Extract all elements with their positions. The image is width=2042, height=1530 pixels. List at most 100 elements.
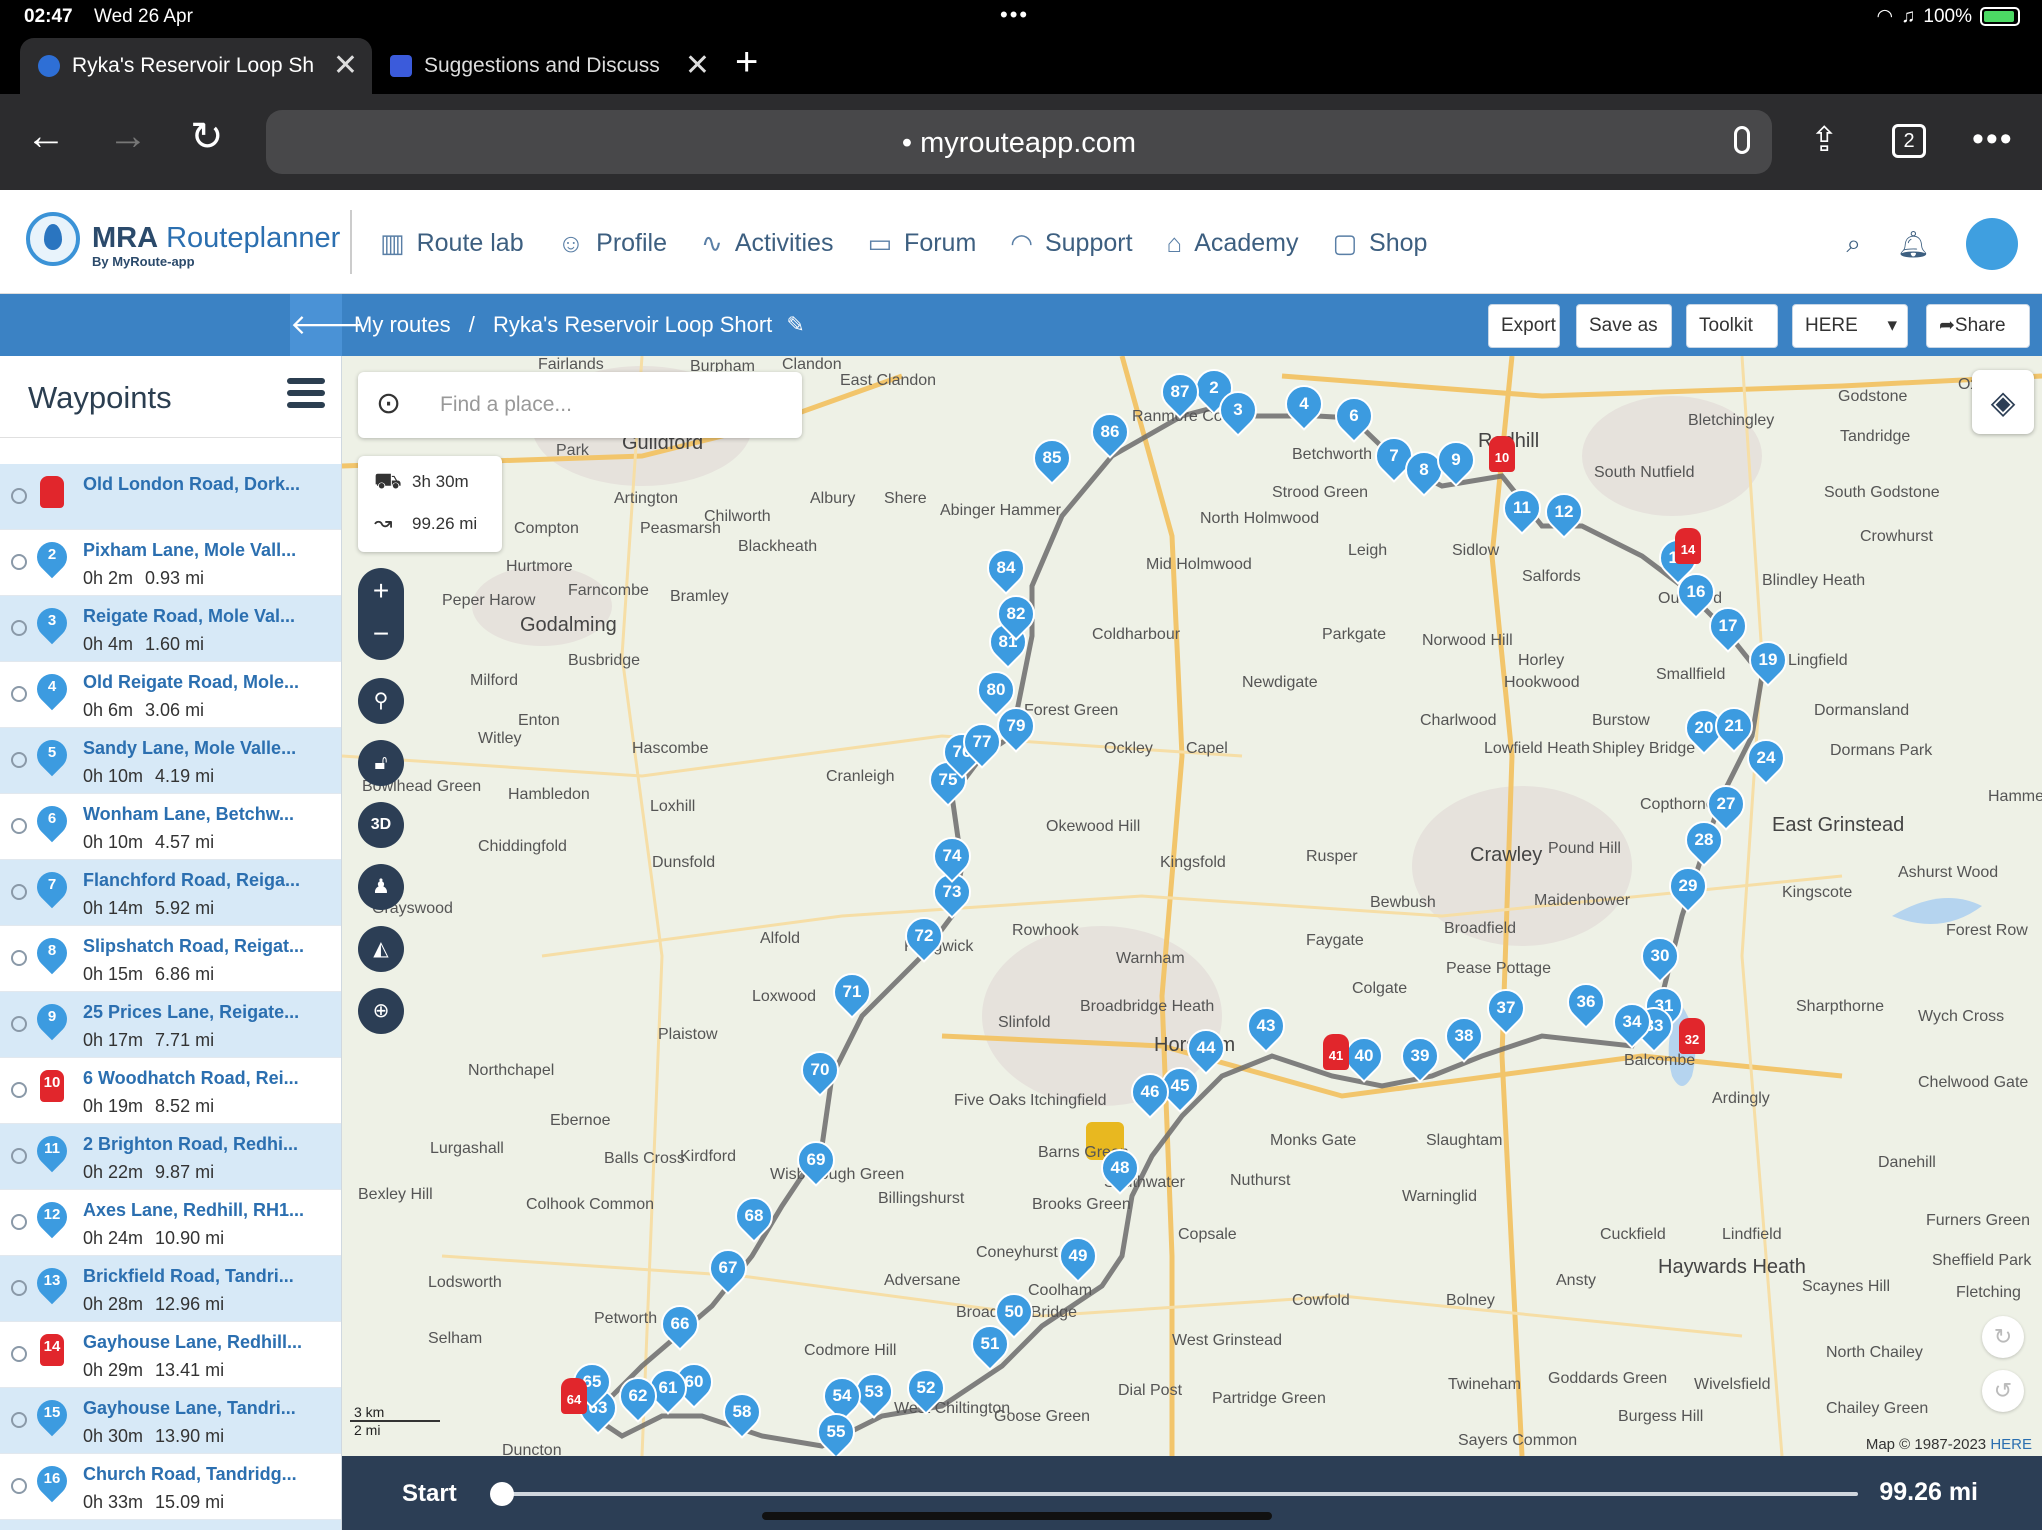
menu-support[interactable]: ◠ Support — [1010, 228, 1132, 259]
waypoint-name[interactable]: Church Road, Tandridg... — [83, 1464, 297, 1485]
bell-icon[interactable]: 🔔︎ — [1897, 229, 1930, 260]
clock-icon[interactable] — [11, 1478, 27, 1494]
waypoint-name[interactable]: Sandy Lane, Mole Valle... — [83, 738, 296, 759]
share-sheet-icon[interactable]: ⇪ — [1810, 120, 1839, 160]
clock-icon[interactable] — [11, 1412, 27, 1428]
elevation-button[interactable]: ◭ — [358, 926, 404, 972]
mra-logo-icon[interactable] — [26, 212, 80, 266]
waypoint-row[interactable]: 5 Sandy Lane, Mole Valle... 0h 10m 4.19 mi — [0, 728, 341, 794]
clock-icon[interactable] — [11, 488, 27, 504]
address-bar[interactable]: • myrouteapp.com — [266, 110, 1772, 174]
new-tab-icon[interactable]: + — [735, 40, 758, 85]
close-tab-icon[interactable]: ✕ — [685, 48, 710, 83]
waypoint-row[interactable]: 16 Church Road, Tandridg... 0h 33m 15.09 mi — [0, 1454, 341, 1520]
close-tab-icon[interactable]: ✕ — [333, 48, 358, 83]
clock-icon[interactable] — [11, 818, 27, 834]
search-icon[interactable]: ⌕ — [1846, 228, 1861, 260]
waypoint-row[interactable]: 14 Gayhouse Lane, Redhill... 0h 29m 13.41 m… — [0, 1322, 341, 1388]
waypoint-row[interactable]: 3 Reigate Road, Mole Val... 0h 4m 1.60 mi — [0, 596, 341, 662]
menu-forum[interactable]: ▭ Forum — [867, 228, 976, 259]
clock-icon[interactable] — [11, 950, 27, 966]
waypoint-row[interactable]: 2 Pixham Lane, Mole Vall... 0h 2m 0.93 mi — [0, 530, 341, 596]
more-icon[interactable]: ••• — [1972, 120, 2014, 159]
waypoint-name[interactable]: 2 Brighton Road, Redhi... — [83, 1134, 298, 1155]
waypoint-name[interactable]: Old Reigate Road, Mole... — [83, 672, 299, 693]
locate-me-button[interactable]: ⊕ — [358, 988, 404, 1034]
route-map[interactable]: GuildfordGodalmingCrawleyHorshamRedhillE… — [342, 356, 2042, 1456]
waypoint-name[interactable]: Slipshatch Road, Reigat... — [83, 936, 304, 957]
street-view-button[interactable]: ♟ — [358, 864, 404, 910]
save-as-button[interactable]: Save as ▾ — [1576, 304, 1672, 378]
waypoint-name[interactable]: 25 Prices Lane, Reigate... — [83, 1002, 299, 1023]
zoom-out-button[interactable]: − — [358, 614, 404, 660]
waypoint-name[interactable]: Flanchford Road, Reiga... — [83, 870, 300, 891]
collapse-sidebar-button[interactable]: 🡐 — [290, 294, 365, 356]
waypoint-row[interactable]: 8 Slipshatch Road, Reigat... 0h 15m 6.86 mi — [0, 926, 341, 992]
waypoint-row[interactable]: 13 Brickfield Road, Tandri... 0h 28m 12.96 … — [0, 1256, 341, 1322]
edit-icon[interactable]: ✎ — [786, 312, 804, 337]
clock-icon[interactable] — [11, 686, 27, 702]
waypoint-name[interactable]: Gayhouse Lane, Tandri... — [83, 1398, 296, 1419]
clock-icon[interactable] — [11, 1148, 27, 1164]
waypoint-row[interactable]: Bones Lane, Tandridge... — [0, 1520, 341, 1530]
menu-profile[interactable]: ☺ Profile — [558, 228, 667, 259]
avatar[interactable] — [1966, 218, 2018, 270]
share-button[interactable]: ➦Share ▾ — [1926, 304, 2030, 378]
waypoint-row[interactable]: 9 25 Prices Lane, Reigate... 0h 17m 7.71 mi — [0, 992, 341, 1058]
waypoint-name[interactable]: 6 Woodhatch Road, Rei... — [83, 1068, 299, 1089]
menu-activities[interactable]: ∿ Activities — [701, 228, 833, 259]
browser-tab-forum[interactable]: Suggestions and Discuss ✕ — [372, 38, 724, 94]
reload-icon[interactable]: ↻ — [190, 114, 224, 160]
waypoint-name[interactable]: Old London Road, Dork... — [83, 474, 300, 495]
map-layers-button[interactable]: ◈ — [1972, 370, 2034, 434]
clock-icon[interactable] — [11, 1016, 27, 1032]
waypoint-name[interactable]: Gayhouse Lane, Redhill... — [83, 1332, 302, 1353]
zoom-in-button[interactable]: + — [358, 568, 404, 614]
clock-icon[interactable] — [11, 1346, 27, 1362]
brand-title[interactable]: MRA Routeplanner — [92, 222, 340, 255]
waypoint-row[interactable]: Old London Road, Dork... — [0, 464, 341, 530]
waypoint-row[interactable]: 11 2 Brighton Road, Redhi... 0h 22m 9.87 mi — [0, 1124, 341, 1190]
menu-shop[interactable]: ▢ Shop — [1332, 228, 1427, 259]
clock-icon[interactable] — [11, 1214, 27, 1230]
find-place-input[interactable] — [440, 387, 780, 423]
browser-tab-route[interactable]: Ryka's Reservoir Loop Sh ✕ — [20, 38, 372, 94]
waypoint-name[interactable]: Pixham Lane, Mole Vall... — [83, 540, 296, 561]
undo-icon[interactable]: ↺ — [1982, 1370, 2024, 1412]
waypoint-name[interactable]: Brickfield Road, Tandri... — [83, 1266, 294, 1287]
waypoint-row[interactable]: 6 Wonham Lane, Betchw... 0h 10m 4.57 mi — [0, 794, 341, 860]
microphone-icon[interactable] — [1734, 126, 1750, 154]
waypoint-row[interactable]: 15 Gayhouse Lane, Tandri... 0h 30m 13.90 mi — [0, 1388, 341, 1454]
clock-icon[interactable] — [11, 1082, 27, 1098]
sidebar-menu-icon[interactable] — [287, 378, 325, 414]
waypoint-name[interactable]: Reigate Road, Mole Val... — [83, 606, 295, 627]
forward-icon[interactable]: → — [108, 114, 148, 159]
waypoint-name[interactable]: Wonham Lane, Betchw... — [83, 804, 294, 825]
clock-icon[interactable] — [11, 752, 27, 768]
clock-icon[interactable] — [11, 620, 27, 636]
waypoint-name[interactable]: Axes Lane, Redhill, RH1... — [83, 1200, 304, 1221]
route-slider-track[interactable] — [502, 1492, 1858, 1496]
map-provider-select[interactable]: HERE ▾ — [1792, 304, 1908, 348]
route-slider-handle[interactable] — [490, 1482, 514, 1506]
credit-link[interactable]: HERE — [1990, 1436, 2032, 1453]
toolkit-button[interactable]: Toolkit ▾ — [1686, 304, 1778, 378]
add-waypoint-button[interactable]: ⚲ — [358, 678, 404, 724]
waypoint-row[interactable]: 12 Axes Lane, Redhill, RH1... 0h 24m 10.90 … — [0, 1190, 341, 1256]
mode-3d-button[interactable]: 3D — [358, 802, 404, 848]
breadcrumb-my-routes[interactable]: My routes — [354, 312, 451, 337]
clock-icon[interactable] — [11, 554, 27, 570]
menu-route-lab[interactable]: ▥ Route lab — [380, 228, 524, 259]
waypoint-row[interactable]: 10 6 Woodhatch Road, Rei... 0h 19m 8.52 mi — [0, 1058, 341, 1124]
lock-route-button[interactable]: 🔓︎ — [358, 740, 404, 786]
waypoint-row[interactable]: 7 Flanchford Road, Reiga... 0h 14m 5.92 mi — [0, 860, 341, 926]
redo-icon[interactable]: ↻ — [1982, 1316, 2024, 1358]
multitask-dots-icon[interactable]: ••• — [1000, 2, 1029, 28]
clock-icon[interactable] — [11, 1280, 27, 1296]
waypoint-row[interactable]: 4 Old Reigate Road, Mole... 0h 6m 3.06 mi — [0, 662, 341, 728]
clock-icon[interactable] — [11, 884, 27, 900]
menu-academy[interactable]: ⌂ Academy — [1167, 228, 1299, 259]
tab-count-button[interactable]: 2 — [1892, 124, 1926, 158]
back-icon[interactable]: ← — [26, 114, 66, 159]
export-button[interactable]: Export — [1488, 304, 1560, 348]
